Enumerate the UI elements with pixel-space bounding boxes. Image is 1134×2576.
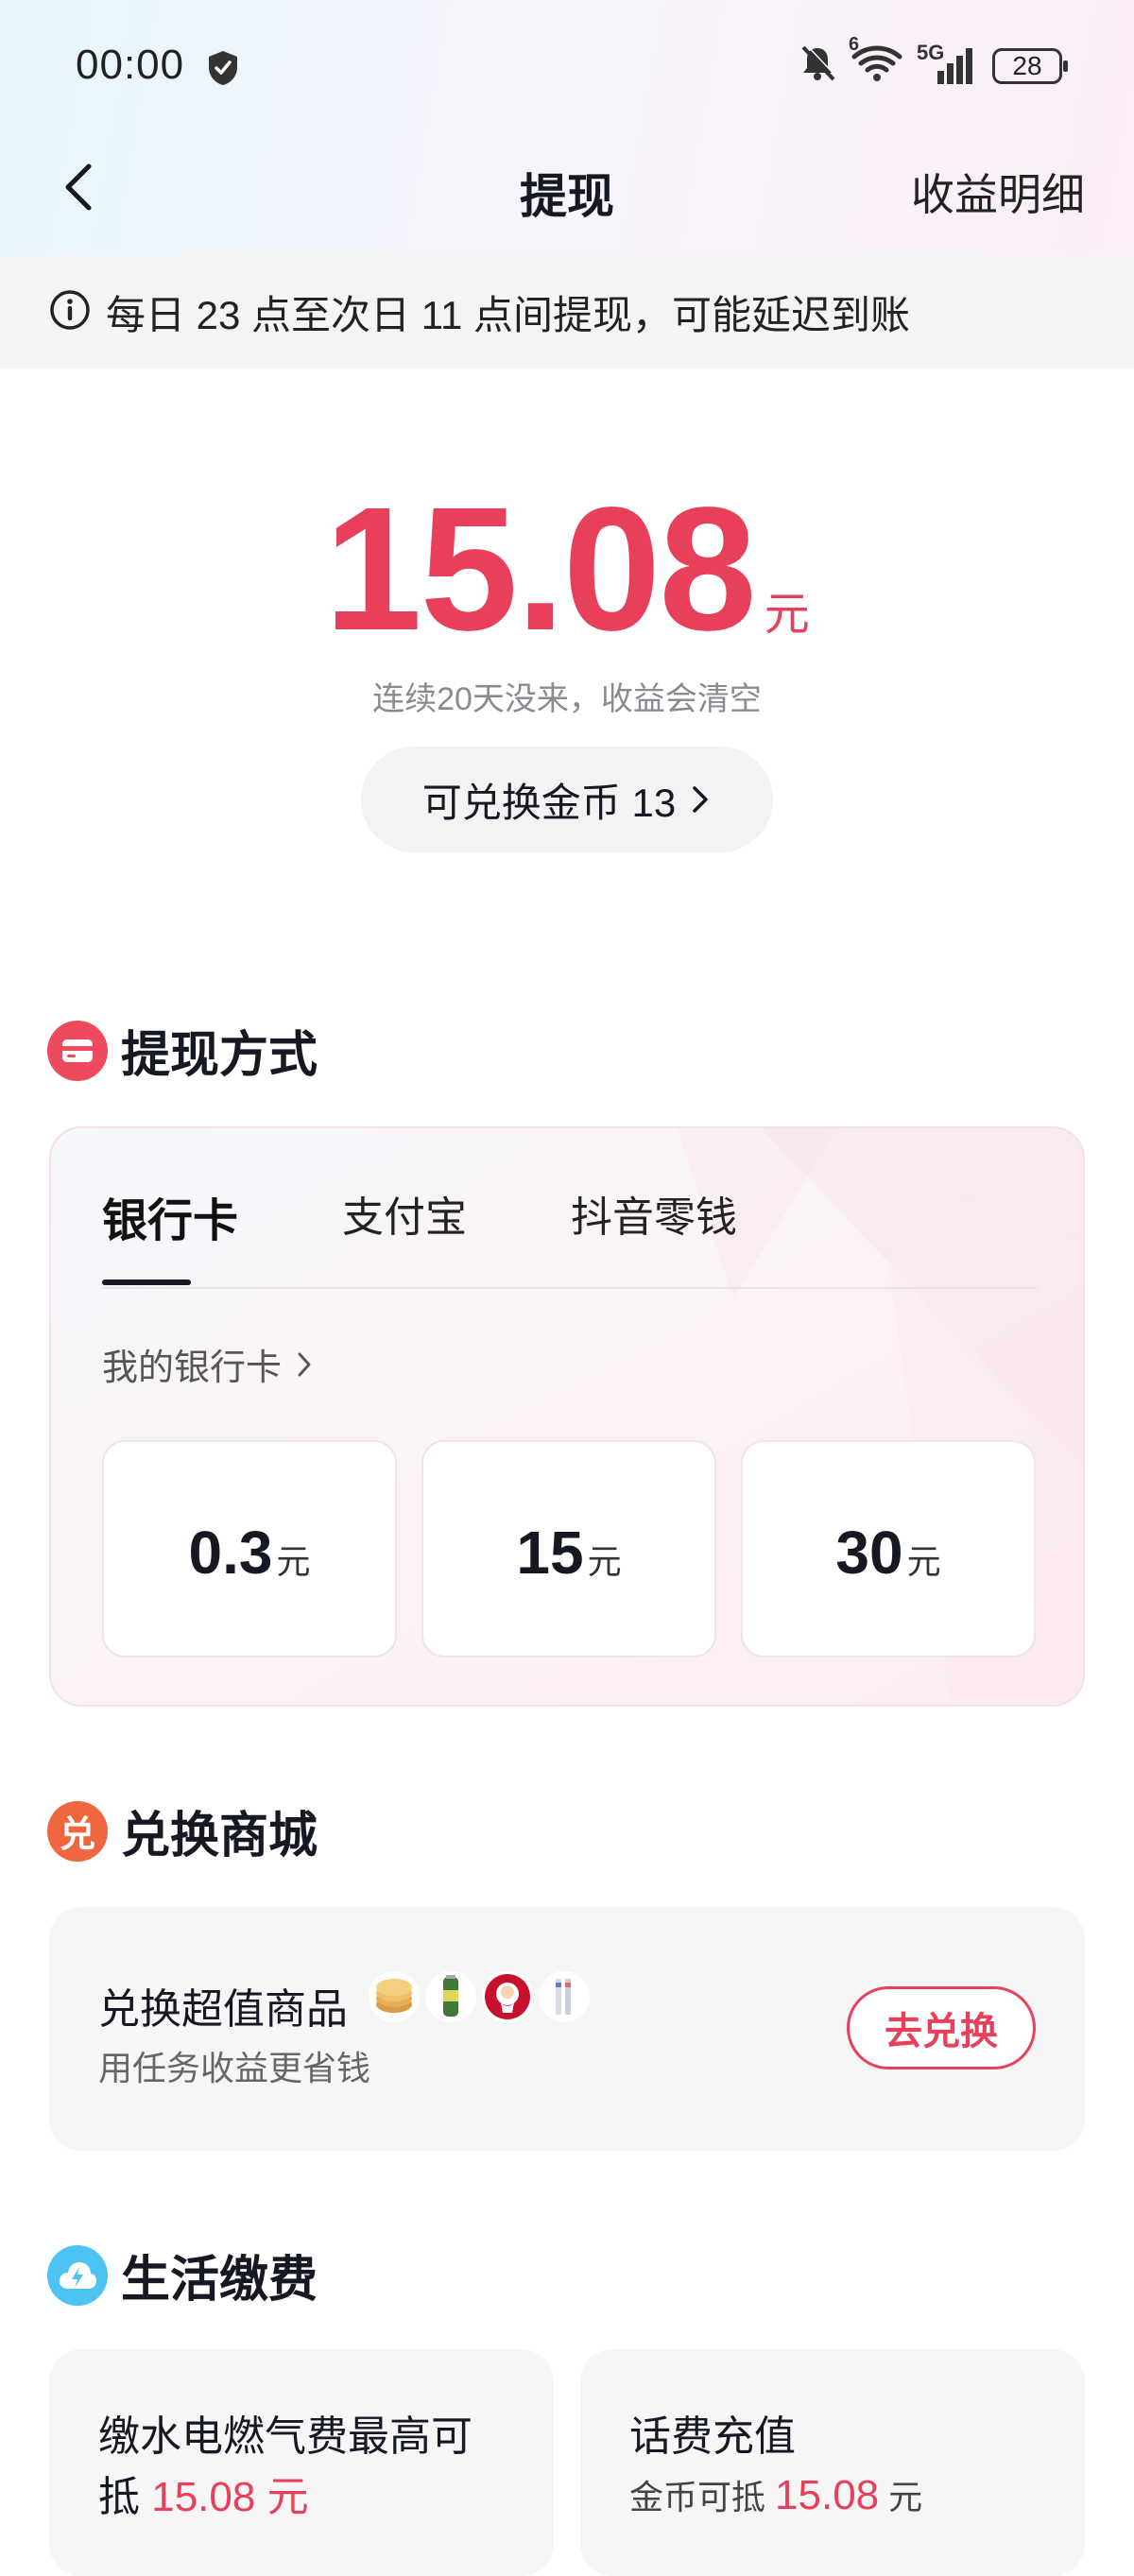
mall-section-title: 兑换商城	[121, 1809, 318, 1863]
lightning-icon	[47, 2244, 108, 2306]
shield-icon	[206, 49, 240, 92]
mute-bell-icon	[798, 43, 837, 88]
withdraw-section-title: 提现方式	[121, 1028, 318, 1083]
drink-thumbnail-icon	[425, 1971, 476, 2022]
phone-recharge-title: 话费充值	[629, 2413, 796, 2460]
withdraw-tabs: 银行卡 支付宝 抖音零钱	[102, 1183, 841, 1249]
wifi-icon: 6	[849, 34, 903, 88]
amount-option[interactable]: 0.3 元	[102, 1440, 397, 1657]
phone-recharge-unit: 元	[888, 2478, 923, 2516]
notice-text: 每日 23 点至次日 11 点间提现，可能延迟到账	[106, 292, 910, 337]
utility-bill-line2: 抵 15.08 元	[98, 2463, 309, 2523]
amount-option-unit: 元	[906, 1542, 941, 1581]
coin-exchange-button[interactable]: 可兑换金币 13	[361, 747, 773, 852]
phone-recharge-prefix: 金币可抵	[629, 2478, 766, 2516]
balance-unit: 元	[764, 590, 810, 640]
card-icon	[47, 1020, 108, 1081]
utility-bill-line1: 缴水电燃气费最高可	[98, 2413, 472, 2460]
utility-bill-card[interactable]: 缴水电燃气费最高可 抵 15.08 元	[49, 2349, 554, 2576]
balance-amount-wrap: 15.08 元	[0, 482, 1134, 658]
kfc-logo-icon	[482, 1971, 533, 2022]
withdraw-card: 银行卡 支付宝 抖音零钱 我的银行卡 0.3 元 15 元 30 元	[49, 1126, 1085, 1707]
mall-title: 兑换超值商品	[98, 1986, 348, 2033]
amount-options: 0.3 元 15 元 30 元	[102, 1440, 1036, 1657]
info-icon	[49, 289, 91, 335]
status-time: 00:00	[76, 42, 185, 88]
wifi-badge: 6	[849, 34, 860, 55]
notice-banner: 每日 23 点至次日 11 点间提现，可能延迟到账	[0, 255, 1134, 369]
my-bank-card-link[interactable]: 我的银行卡	[102, 1338, 314, 1390]
mall-card[interactable]: 兑换超值商品 用任务收益更省钱 去兑换	[49, 1907, 1085, 2151]
amount-option-value: 0.3	[188, 1519, 273, 1587]
balance-amount: 15.08	[324, 472, 756, 667]
mall-section-header: 兑 兑换商城	[47, 1795, 318, 1866]
exchange-icon: 兑	[47, 1800, 108, 1862]
cellular-icon: 5G	[917, 41, 979, 86]
tab-alipay[interactable]: 支付宝	[342, 1183, 467, 1249]
battery-level: 28	[1012, 50, 1042, 80]
phone-recharge-line2: 金币可抵 15.08 元	[629, 2470, 922, 2519]
amount-option-value: 15	[516, 1519, 584, 1587]
chevron-right-icon	[693, 786, 708, 813]
utility-bill-prefix: 抵	[98, 2474, 140, 2520]
utility-bill-amount: 15.08 元	[151, 2474, 309, 2520]
pens-thumbnail-icon	[539, 1971, 590, 2022]
exchange-icon-char: 兑	[59, 1815, 95, 1855]
cookie-thumbnail-icon	[369, 1971, 420, 2022]
tabs-divider	[102, 1287, 1038, 1289]
tab-bank-card[interactable]: 银行卡	[102, 1183, 238, 1249]
withdraw-section-header: 提现方式	[47, 1015, 318, 1086]
active-tab-indicator	[102, 1279, 191, 1285]
phone-recharge-card[interactable]: 话费充值 金币可抵 15.08 元	[580, 2349, 1085, 2576]
chevron-right-icon	[298, 1352, 311, 1376]
balance-warning: 连续20天没来，收益会清空	[372, 681, 762, 717]
phone-recharge-amount: 15.08	[775, 2472, 880, 2518]
life-section-title: 生活缴费	[121, 2253, 318, 2308]
product-thumbnails	[369, 1971, 590, 2022]
my-bank-card-label: 我的银行卡	[102, 1348, 283, 1388]
amount-option[interactable]: 30 元	[741, 1440, 1036, 1657]
status-right: 6 5G 28	[798, 34, 1068, 88]
amount-option-value: 30	[835, 1519, 903, 1587]
nav-bar: 提现 收益明细	[0, 142, 1134, 255]
earnings-detail-link[interactable]: 收益明细	[911, 161, 1085, 223]
amount-option[interactable]: 15 元	[421, 1440, 716, 1657]
battery-icon: 28	[992, 47, 1068, 84]
life-section-header: 生活缴费	[47, 2240, 318, 2310]
redeem-button[interactable]: 去兑换	[847, 1986, 1036, 2069]
amount-option-unit: 元	[276, 1542, 311, 1581]
coin-exchange-label: 可兑换金币 13	[421, 780, 677, 825]
amount-option-unit: 元	[587, 1542, 622, 1581]
mall-subtitle: 用任务收益更省钱	[98, 2049, 371, 2087]
status-bar: 00:00 6 5G 28	[0, 0, 1134, 142]
tab-douyin-wallet[interactable]: 抖音零钱	[571, 1183, 737, 1249]
